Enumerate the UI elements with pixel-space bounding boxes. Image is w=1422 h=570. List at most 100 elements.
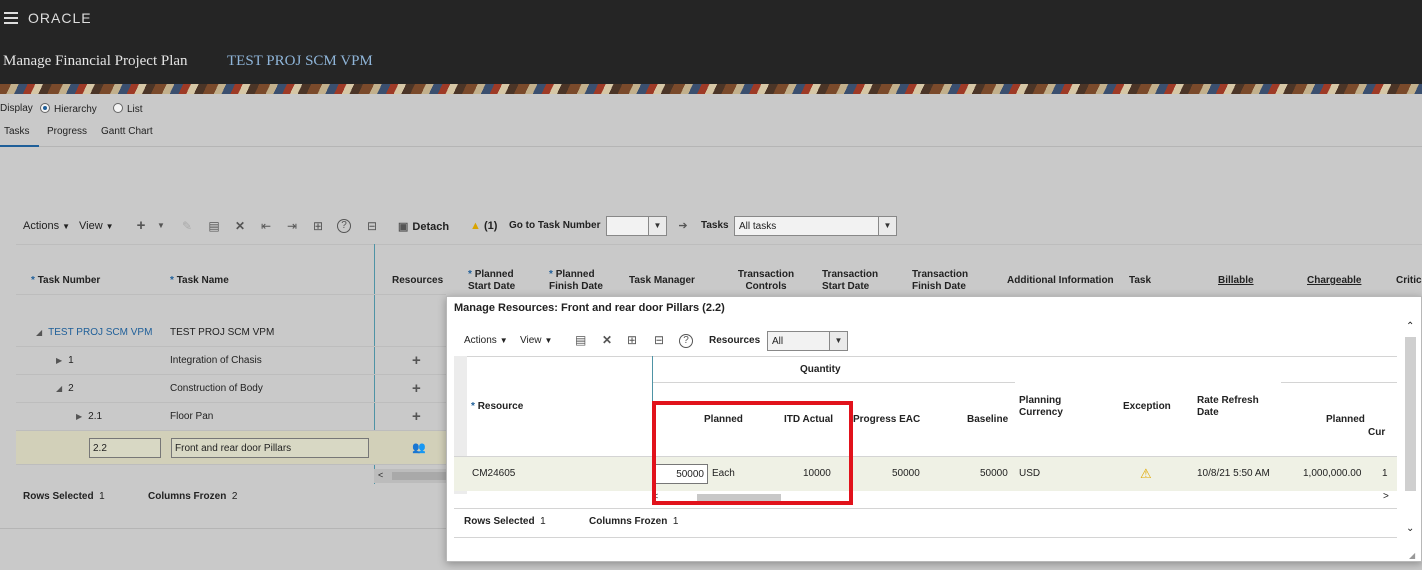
oracle-logo[interactable]: ORACLE <box>28 10 92 26</box>
dialog-view-menu[interactable]: View ▼ <box>520 335 552 346</box>
scroll-right-icon[interactable]: > <box>1383 491 1389 502</box>
task-number-cell[interactable]: ◢ TEST PROJ SCM VPM <box>36 327 152 338</box>
hierarchy-icon[interactable]: ⊞ <box>627 333 637 347</box>
rows-selected-status: Rows Selected 1 <box>23 491 105 502</box>
task-number-cell[interactable]: ▶ 1 <box>56 355 74 366</box>
scroll-down-icon[interactable]: ⌄ <box>1406 523 1414 534</box>
col-header-planned-finish[interactable]: * Planned Finish Date <box>549 269 609 293</box>
add-icon[interactable]: + <box>134 218 148 233</box>
table-row-selected[interactable]: 2.2 Front and rear door Pillars 👥 <box>16 431 446 465</box>
table-row[interactable]: ◢ 2 Construction of Body + <box>16 375 446 403</box>
collapsed-triangle-icon[interactable]: ▶ <box>76 412 82 421</box>
progress-eac-cell: 50000 <box>892 468 920 479</box>
delete-icon[interactable]: ✕ <box>602 333 612 347</box>
tab-tasks[interactable]: Tasks <box>4 126 30 137</box>
resize-handle-icon[interactable]: ◢ <box>1409 551 1415 560</box>
tab-divider <box>0 146 1422 147</box>
scrollbar-thumb[interactable] <box>392 472 446 480</box>
hierarchy-icon[interactable]: ⊞ <box>311 219 325 233</box>
chevron-down-icon: ▼ <box>648 217 666 235</box>
add-resource-icon[interactable]: + <box>412 353 421 368</box>
warnings-button[interactable]: ▲ (1) <box>470 220 497 232</box>
tasks-filter-select[interactable]: All tasks ▼ <box>734 216 897 236</box>
collapsed-triangle-icon[interactable]: ▶ <box>56 356 62 365</box>
go-arrow-icon[interactable]: ➔ <box>676 219 690 233</box>
scroll-left-icon[interactable]: < <box>378 470 383 480</box>
table-row[interactable]: CM24605 50000 Each 10000 50000 50000 USD… <box>454 457 1397 491</box>
radio-list[interactable]: List <box>113 103 143 115</box>
menu-icon[interactable] <box>4 12 18 24</box>
tab-gantt-chart[interactable]: Gantt Chart <box>101 126 153 137</box>
currency-cell: USD <box>1019 468 1041 479</box>
col-header-transaction-start[interactable]: Transaction Start Date <box>822 269 882 293</box>
task-name-input[interactable]: Front and rear door Pillars <box>171 438 369 458</box>
col-header-planning-currency[interactable]: Planning Currency <box>1019 395 1089 419</box>
task-number-input[interactable]: 2.2 <box>89 438 161 458</box>
currency-amount-cell: 1 <box>1382 468 1388 479</box>
task-number-cell[interactable]: ▶ 2.1 <box>76 411 102 422</box>
col-header-billable[interactable]: Billable <box>1218 275 1254 287</box>
col-header-currency[interactable]: Cur <box>1368 427 1385 439</box>
add-dropdown-icon[interactable]: ▼ <box>154 219 168 233</box>
tab-progress[interactable]: Progress <box>47 126 87 137</box>
col-header-task-manager[interactable]: Task Manager <box>629 275 695 287</box>
col-header-planned-amount[interactable]: Planned <box>1326 414 1365 426</box>
task-number-cell[interactable]: ◢ 2 <box>56 383 74 394</box>
col-header-exception[interactable]: Exception <box>1123 401 1171 413</box>
actions-menu[interactable]: Actions ▼ <box>23 220 70 232</box>
freeze-icon[interactable]: ⊟ <box>365 219 379 233</box>
radio-hierarchy[interactable]: Hierarchy <box>40 103 97 115</box>
col-header-task-number[interactable]: * Task Number <box>31 275 100 287</box>
col-header-planned-start[interactable]: * Planned Start Date <box>468 269 528 293</box>
outdent-icon[interactable]: ⇤ <box>259 219 273 233</box>
col-header-rate-refresh-date[interactable]: Rate Refresh Date <box>1197 395 1267 419</box>
col-header-additional-info[interactable]: Additional Information <box>1007 275 1114 287</box>
resources-assigned-icon[interactable]: 👥 <box>412 441 426 454</box>
radio-selected-icon <box>40 103 50 113</box>
col-header-resources[interactable]: Resources <box>392 275 443 287</box>
table-header-bottom-border <box>16 294 446 295</box>
col-header-task-name[interactable]: * Task Name <box>170 275 229 287</box>
col-header-transaction-controls[interactable]: Transaction Controls <box>730 269 802 293</box>
add-resource-icon[interactable]: + <box>412 409 421 424</box>
col-header-transaction-finish[interactable]: Transaction Finish Date <box>912 269 972 293</box>
delete-icon[interactable]: ✕ <box>233 219 247 233</box>
help-icon[interactable]: ? <box>679 334 693 348</box>
dialog-actions-menu[interactable]: Actions ▼ <box>464 335 508 346</box>
manage-resources-dialog: Manage Resources: Front and rear door Pi… <box>446 296 1422 562</box>
add-row-icon[interactable]: ▤ <box>575 333 586 347</box>
expanded-triangle-icon[interactable]: ◢ <box>36 328 42 337</box>
view-menu[interactable]: View ▼ <box>79 220 114 232</box>
exception-warning-icon[interactable]: ⚠ <box>1140 466 1152 482</box>
rate-refresh-date-cell: 10/8/21 5:50 AM <box>1197 468 1270 479</box>
project-title: TEST PROJ SCM VPM <box>227 53 373 69</box>
help-icon[interactable]: ? <box>337 219 351 233</box>
resources-filter-select[interactable]: All ▼ <box>767 331 848 351</box>
col-header-chargeable[interactable]: Chargeable <box>1307 275 1361 287</box>
table-row[interactable]: ◢ TEST PROJ SCM VPM TEST PROJ SCM VPM <box>16 319 446 347</box>
table-row[interactable]: ▶ 2.1 Floor Pan + <box>16 403 446 431</box>
col-header-critical[interactable]: Critic <box>1396 275 1422 287</box>
edit-icon[interactable]: ✎ <box>180 219 194 233</box>
dialog-vertical-scrollbar[interactable]: ⌃ ⌄ <box>1404 321 1418 541</box>
col-header-task[interactable]: Task <box>1129 275 1151 287</box>
group-divider <box>1281 382 1397 383</box>
duplicate-icon[interactable]: ▤ <box>207 219 221 233</box>
table-row[interactable]: ▶ 1 Integration of Chasis + <box>16 347 446 375</box>
warning-icon: ▲ <box>470 220 481 232</box>
chevron-down-icon: ▼ <box>829 332 847 350</box>
freeze-icon[interactable]: ⊟ <box>654 333 664 347</box>
scrollbar-thumb[interactable] <box>1405 337 1416 491</box>
expanded-triangle-icon[interactable]: ◢ <box>56 384 62 393</box>
col-header-resource[interactable]: * Resource <box>471 401 523 413</box>
col-header-progress-eac[interactable]: Progress EAC <box>853 414 920 426</box>
horizontal-scrollbar[interactable]: < <box>374 469 446 483</box>
scroll-up-icon[interactable]: ⌃ <box>1406 321 1414 332</box>
add-resource-icon[interactable]: + <box>412 381 421 396</box>
resources-filter-label: Resources <box>709 335 761 346</box>
col-header-baseline[interactable]: Baseline <box>967 414 1008 426</box>
detach-button[interactable]: ▣ Detach <box>398 220 449 233</box>
tasks-filter-label: Tasks <box>701 220 729 231</box>
indent-icon[interactable]: ⇥ <box>285 219 299 233</box>
goto-task-select[interactable]: ▼ <box>606 216 667 236</box>
